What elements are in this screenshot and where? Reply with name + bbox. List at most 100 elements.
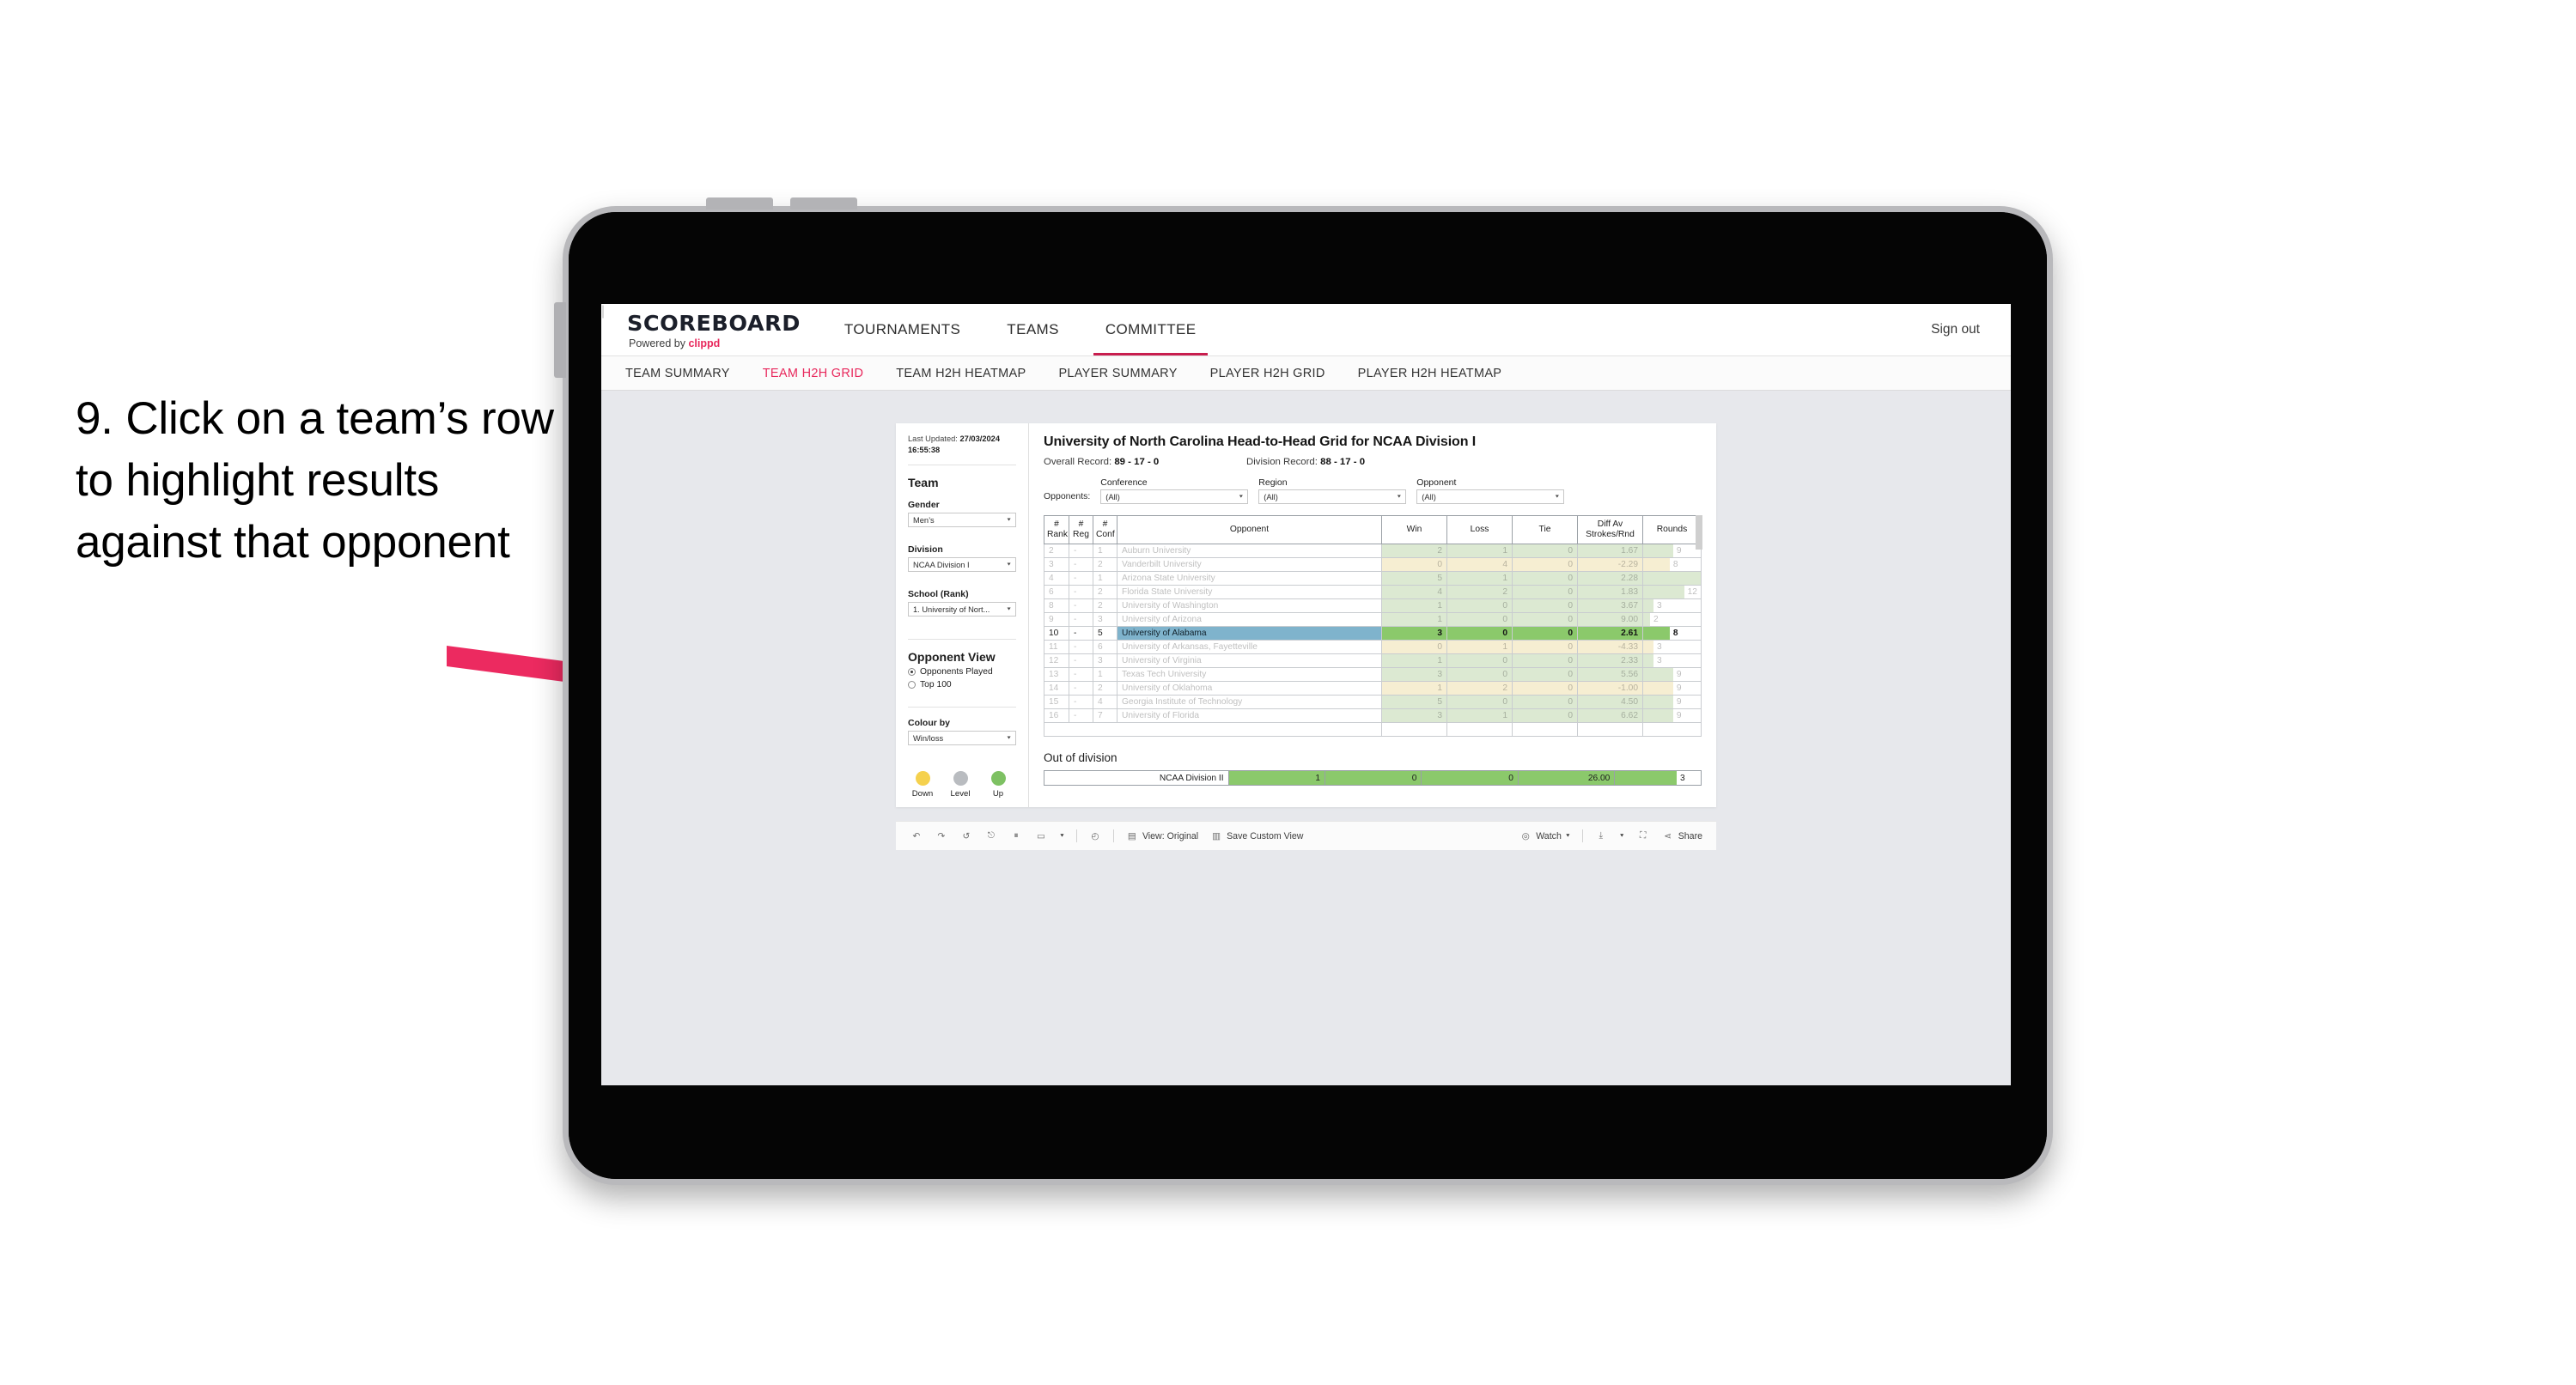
chevron-down-icon[interactable]: ▼ [1619, 834, 1625, 839]
redo-icon[interactable]: ↷ [935, 829, 948, 843]
cell-loss: 2 [1446, 681, 1513, 696]
sign-out-link[interactable]: Sign out [1931, 322, 1980, 337]
toolbar-divider-1 [1075, 829, 1077, 843]
table-row[interactable]: 10-5 University of Alabama 3 0 0 2.61 8 [1044, 626, 1702, 641]
cell-reg: - [1069, 598, 1093, 614]
cell-tie: 0 [1512, 667, 1578, 683]
table-row[interactable]: 15-4 Georgia Institute of Technology 5 0 0 4.… [1044, 695, 1702, 710]
table-row[interactable]: 11-6 University of Arkansas, Fayetteville… [1044, 640, 1702, 655]
col-conf[interactable]: # Conf [1093, 514, 1117, 545]
app-header: SCOREBOARD Powered by clippd TOURNAMENTS… [601, 304, 2011, 356]
undo-icon[interactable]: ↶ [910, 829, 923, 843]
table-row[interactable]: 4-1Arizona State University5102.2817 [1044, 571, 1702, 586]
logo-powered-prefix: Powered by [629, 337, 689, 349]
refresh-data-icon[interactable]: ⎋ [984, 829, 998, 843]
col-diff[interactable]: Diff Av Strokes/Rnd [1577, 514, 1643, 545]
cell-tie: 0 [1512, 544, 1578, 559]
cell-conf: 2 [1093, 598, 1117, 614]
gender-select[interactable]: Men’s ▼ [908, 513, 1016, 528]
download-icon[interactable]: ⤓ [1594, 829, 1608, 843]
cell-reg: - [1069, 681, 1093, 696]
division-record-label: Division Record: [1246, 457, 1318, 467]
cell-win: 0 [1381, 640, 1447, 655]
colour-by-select[interactable]: Win/loss ▼ [908, 731, 1016, 746]
ood-diff: 26.00 [1517, 770, 1616, 787]
share-button[interactable]: ⋖ Share [1661, 829, 1702, 843]
nav-item-tournaments[interactable]: TOURNAMENTS [821, 304, 984, 355]
col-win[interactable]: Win [1381, 514, 1447, 545]
cell-loss: 0 [1446, 598, 1513, 614]
cell-opponent: University of Arkansas, Fayetteville [1117, 640, 1382, 655]
view-original-button[interactable]: ▤ View: Original [1125, 829, 1198, 843]
tab-player-h2h-grid[interactable]: PLAYER H2H GRID [1210, 367, 1325, 380]
tab-player-h2h-heatmap[interactable]: PLAYER H2H HEATMAP [1358, 367, 1502, 380]
table-row[interactable]: 3-2 Vanderbilt University 0 4 0 -2.29 8 [1044, 557, 1702, 573]
col-rank[interactable]: # Rank [1044, 514, 1069, 545]
filter-region-select[interactable]: (All) ▼ [1258, 489, 1407, 504]
legend-item-down: Down [910, 771, 935, 799]
radio-top-100[interactable]: Top 100 [908, 680, 1016, 689]
legend-label-level: Level [950, 789, 971, 799]
toolbar-divider-2 [1112, 829, 1114, 843]
chevron-down-icon: ▼ [1396, 494, 1403, 500]
watch-button[interactable]: ◎ Watch ▼ [1519, 829, 1571, 843]
cell-tie: 0 [1512, 640, 1578, 655]
undo-history-icon[interactable]: ◴ [1088, 829, 1102, 843]
filter-conference-select[interactable]: (All) ▼ [1100, 489, 1249, 504]
cell-tie: 0 [1512, 653, 1578, 669]
cell-loss: 0 [1446, 612, 1513, 628]
col-opponent[interactable]: Opponent [1117, 514, 1382, 545]
tab-player-summary[interactable]: PLAYER SUMMARY [1058, 367, 1177, 380]
cell-conf: 4 [1093, 695, 1117, 710]
save-custom-view-button[interactable]: ▥ Save Custom View [1209, 829, 1303, 843]
cell-diff: 3.67 [1577, 598, 1643, 614]
tab-team-summary[interactable]: TEAM SUMMARY [625, 367, 730, 380]
highlight-icon[interactable]: ▭ [1034, 829, 1048, 843]
table-row[interactable]: 9-3 University of Arizona 1 0 0 9.00 2 [1044, 612, 1702, 628]
table-row[interactable]: 13-1 Texas Tech University 3 0 0 5.56 9 [1044, 667, 1702, 683]
col-tie[interactable]: Tie [1512, 514, 1578, 545]
pause-updates-icon[interactable]: ⏸ [1009, 829, 1023, 843]
table-scrollbar[interactable] [1696, 515, 1702, 550]
opponent-view-heading: Opponent View [908, 650, 996, 665]
division-select[interactable]: NCAA Division I ▼ [908, 557, 1016, 573]
tab-team-h2h-heatmap[interactable]: TEAM H2H HEATMAP [896, 367, 1026, 380]
chevron-down-icon[interactable]: ▼ [1059, 834, 1065, 839]
app-screen: SCOREBOARD Powered by clippd TOURNAMENTS… [601, 304, 2011, 1085]
table-row[interactable]: 8-2 University of Washington 1 0 0 3.67 3 [1044, 598, 1702, 614]
cell-reg: - [1069, 695, 1093, 710]
cell-rounds: 3 [1642, 598, 1702, 614]
cell-conf: 5 [1093, 626, 1117, 641]
revert-icon[interactable]: ↺ [959, 829, 973, 843]
radio-top-100-label: Top 100 [920, 680, 952, 690]
filter-opponent-select[interactable]: (All) ▼ [1416, 489, 1565, 504]
col-loss[interactable]: Loss [1446, 514, 1513, 545]
cell-reg: - [1069, 640, 1093, 655]
col-rounds[interactable]: Rounds [1642, 514, 1702, 545]
cell-conf: 1 [1093, 544, 1117, 559]
cell-tie: 0 [1512, 585, 1578, 600]
last-updated-date: 27/03/2024 [959, 434, 1001, 443]
cell-opponent: Vanderbilt University [1117, 557, 1382, 573]
school-select[interactable]: 1. University of Nort... ▼ [908, 602, 1016, 617]
cell-diff: 2.28 [1577, 571, 1643, 586]
nav-item-teams[interactable]: TEAMS [984, 304, 1082, 355]
table-row[interactable]: 12-3 University of Virginia 1 0 0 2.33 3 [1044, 653, 1702, 669]
tab-team-h2h-grid[interactable]: TEAM H2H GRID [763, 367, 864, 380]
out-of-division-row[interactable]: NCAA Division II 1 0 0 26.00 3 [1044, 770, 1702, 787]
ood-name: NCAA Division II [1044, 770, 1229, 787]
table-row[interactable]: 6-2 Florida State University 4 2 0 1.83 12 [1044, 585, 1702, 600]
cell-reg: - [1069, 557, 1093, 573]
division-record-value: 88 - 17 - 0 [1320, 457, 1366, 467]
cell-rank: 2 [1044, 544, 1069, 559]
table-row[interactable]: 2-1 Auburn University 2 1 0 1.67 9 [1044, 544, 1702, 559]
table-row[interactable]: 16-7 University of Florida 3 1 0 6.62 9 [1044, 708, 1702, 724]
table-row[interactable]: 14-2 University of Oklahoma 1 2 0 -1.00 9 [1044, 681, 1702, 696]
divider-2 [908, 639, 1016, 641]
col-reg[interactable]: # Reg [1069, 514, 1093, 545]
opponents-label: Opponents: [1044, 491, 1091, 501]
cell-reg: - [1069, 626, 1093, 641]
nav-item-committee[interactable]: COMMITTEE [1082, 304, 1220, 355]
radio-opponents-played[interactable]: Opponents Played [908, 667, 1016, 677]
fullscreen-icon[interactable]: ⛶ [1636, 829, 1650, 843]
